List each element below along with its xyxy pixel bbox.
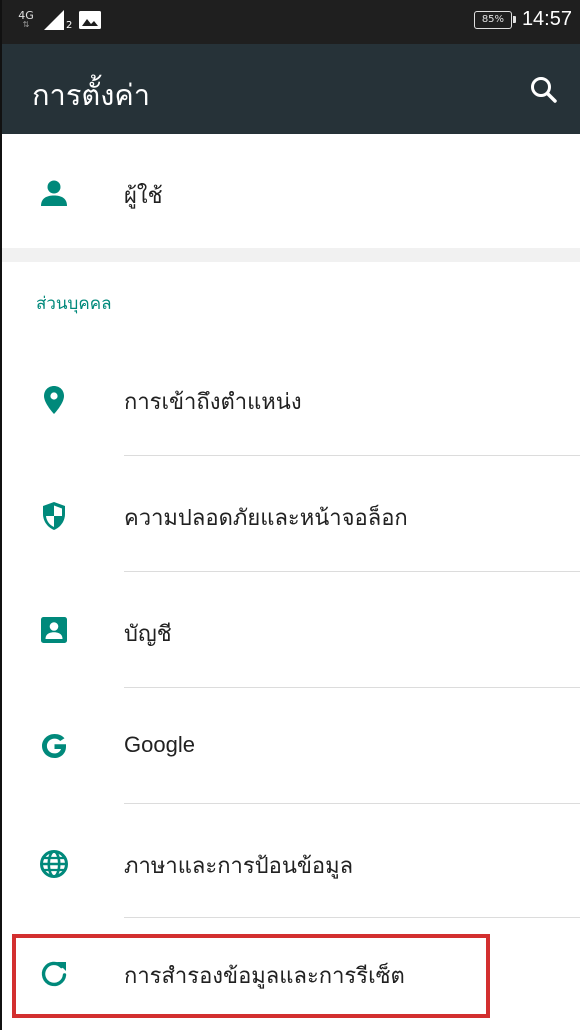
section-header-personal: ส่วนบุคคล <box>36 294 112 314</box>
settings-item-label: ภาษาและการป้อนข้อมูล <box>124 854 354 879</box>
settings-item-language-input[interactable]: ภาษาและการป้อนข้อมูล <box>2 804 580 918</box>
settings-screen: 4G ⇅ 2 85% 14:57 การตั้งค่า ผู้ใช้ ส่วนบ… <box>0 0 580 1030</box>
settings-item-accounts[interactable]: บัญชี <box>2 572 580 688</box>
settings-item-label: ความปลอดภัยและหน้าจอล็อก <box>124 506 408 531</box>
page-title: การตั้งค่า <box>32 78 151 112</box>
section-gap <box>2 248 580 262</box>
settings-item-google[interactable]: Google <box>2 688 580 804</box>
google-icon <box>42 734 66 758</box>
globe-icon <box>40 850 68 878</box>
search-icon[interactable] <box>524 70 564 110</box>
account-box-icon <box>41 617 67 643</box>
person-icon <box>41 180 67 206</box>
shield-icon <box>43 502 65 530</box>
users-card: ผู้ใช้ <box>2 134 580 248</box>
status-bar: 4G ⇅ 2 85% 14:57 <box>2 0 580 44</box>
data-arrows-icon: ⇅ <box>22 20 30 29</box>
gallery-icon <box>79 11 102 29</box>
clock: 14:57 <box>521 8 572 30</box>
settings-item-location[interactable]: การเข้าถึงตำแหน่ง <box>2 340 580 456</box>
sim-slot-label: 2 <box>66 19 73 31</box>
settings-item-label: ผู้ใช้ <box>124 184 163 209</box>
location-pin-icon <box>44 386 64 414</box>
battery-level: 85% <box>481 13 505 25</box>
settings-item-label: การเข้าถึงตำแหน่ง <box>124 390 302 415</box>
app-toolbar: การตั้งค่า <box>2 44 580 134</box>
signal-icon <box>44 10 64 30</box>
battery-indicator: 85% <box>473 10 516 29</box>
settings-item-security[interactable]: ความปลอดภัยและหน้าจอล็อก <box>2 456 580 572</box>
settings-item-label: บัญชี <box>124 622 172 647</box>
settings-item-label: Google <box>124 732 195 757</box>
highlight-annotation <box>12 934 490 1018</box>
settings-item-users[interactable]: ผู้ใช้ <box>2 134 580 248</box>
network-type-indicator: 4G ⇅ <box>16 10 36 29</box>
